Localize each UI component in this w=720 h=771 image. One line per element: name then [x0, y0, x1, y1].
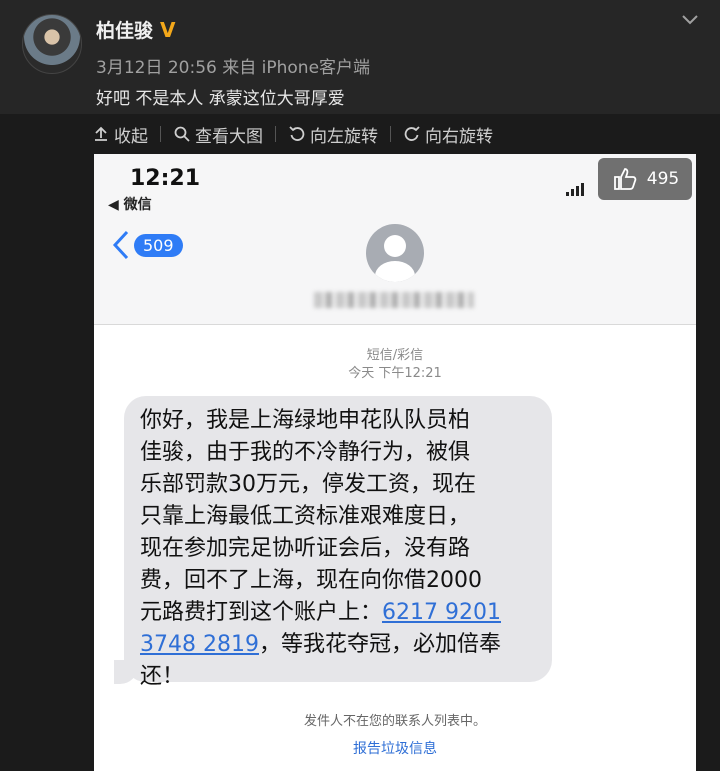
image-toolbar: 收起 查看大图 向左旋转 向右旋转 [92, 120, 493, 148]
contact-avatar[interactable] [366, 224, 424, 282]
thumbs-up-icon [613, 168, 637, 190]
chevron-left-icon [112, 230, 129, 260]
toolbar-divider [390, 126, 391, 142]
collapse-icon [95, 126, 107, 141]
post-image[interactable]: 12:21 ◀ 微信 495 509 短信/彩信 今天 下午12:21 你好，我… [94, 154, 696, 771]
rotate-left-icon [289, 126, 305, 141]
search-icon [174, 126, 190, 142]
like-count: 495 [646, 169, 680, 189]
post-header: 柏佳骏 V 3月12日 20:56 来自 iPhone客户端 好吧 不是本人 承… [0, 0, 720, 114]
post-date: 3月12日 20:56 [96, 58, 217, 78]
message-body: 你好，我是上海绿地申花队队员柏 佳骏，由于我的不冷静行为，被俱 乐部罚款30万元… [140, 408, 482, 625]
like-button[interactable]: 495 [598, 158, 692, 200]
sms-header: 12:21 ◀ 微信 495 509 [94, 154, 696, 325]
contact-name-blurred [314, 292, 474, 308]
view-large-label: 查看大图 [195, 126, 263, 147]
not-contact-notice: 发件人不在您的联系人列表中。 [303, 714, 486, 729]
verified-badge: V [160, 18, 176, 42]
report-junk-link[interactable]: 报告垃圾信息 [94, 738, 696, 758]
post-source: 来自 iPhone客户端 [222, 58, 371, 78]
rotate-right-button[interactable]: 向右旋转 [403, 122, 493, 147]
avatar[interactable] [22, 14, 82, 74]
rotate-right-icon [404, 126, 420, 141]
message-type: 短信/彩信 [366, 348, 424, 363]
chevron-down-icon[interactable] [680, 12, 700, 28]
collapse-button[interactable]: 收起 [92, 122, 148, 147]
back-to-app[interactable]: ◀ 微信 [108, 194, 152, 214]
toolbar-divider [160, 126, 161, 142]
message-text: 你好，我是上海绿地申花队队员柏 佳骏，由于我的不冷静行为，被俱 乐部罚款30万元… [140, 405, 536, 693]
rotate-left-button[interactable]: 向左旋转 [288, 122, 378, 147]
message-time: 今天 下午12:21 [348, 366, 442, 381]
person-icon [375, 235, 415, 282]
toolbar-divider [275, 126, 276, 142]
unread-badge: 509 [134, 233, 183, 257]
collapse-label: 收起 [114, 126, 148, 147]
username[interactable]: 柏佳骏 [96, 16, 153, 43]
message-bubble: 你好，我是上海绿地申花队队员柏 佳骏，由于我的不冷静行为，被俱 乐部罚款30万元… [124, 396, 552, 689]
back-button[interactable]: 509 [112, 230, 183, 260]
view-large-button[interactable]: 查看大图 [173, 122, 263, 147]
rotate-right-label: 向右旋转 [425, 126, 493, 147]
post-meta: 3月12日 20:56 来自 iPhone客户端 [96, 53, 370, 78]
status-time: 12:21 [130, 166, 201, 191]
rotate-left-label: 向左旋转 [310, 126, 378, 147]
post-text: 好吧 不是本人 承蒙这位大哥厚爱 [96, 89, 345, 109]
